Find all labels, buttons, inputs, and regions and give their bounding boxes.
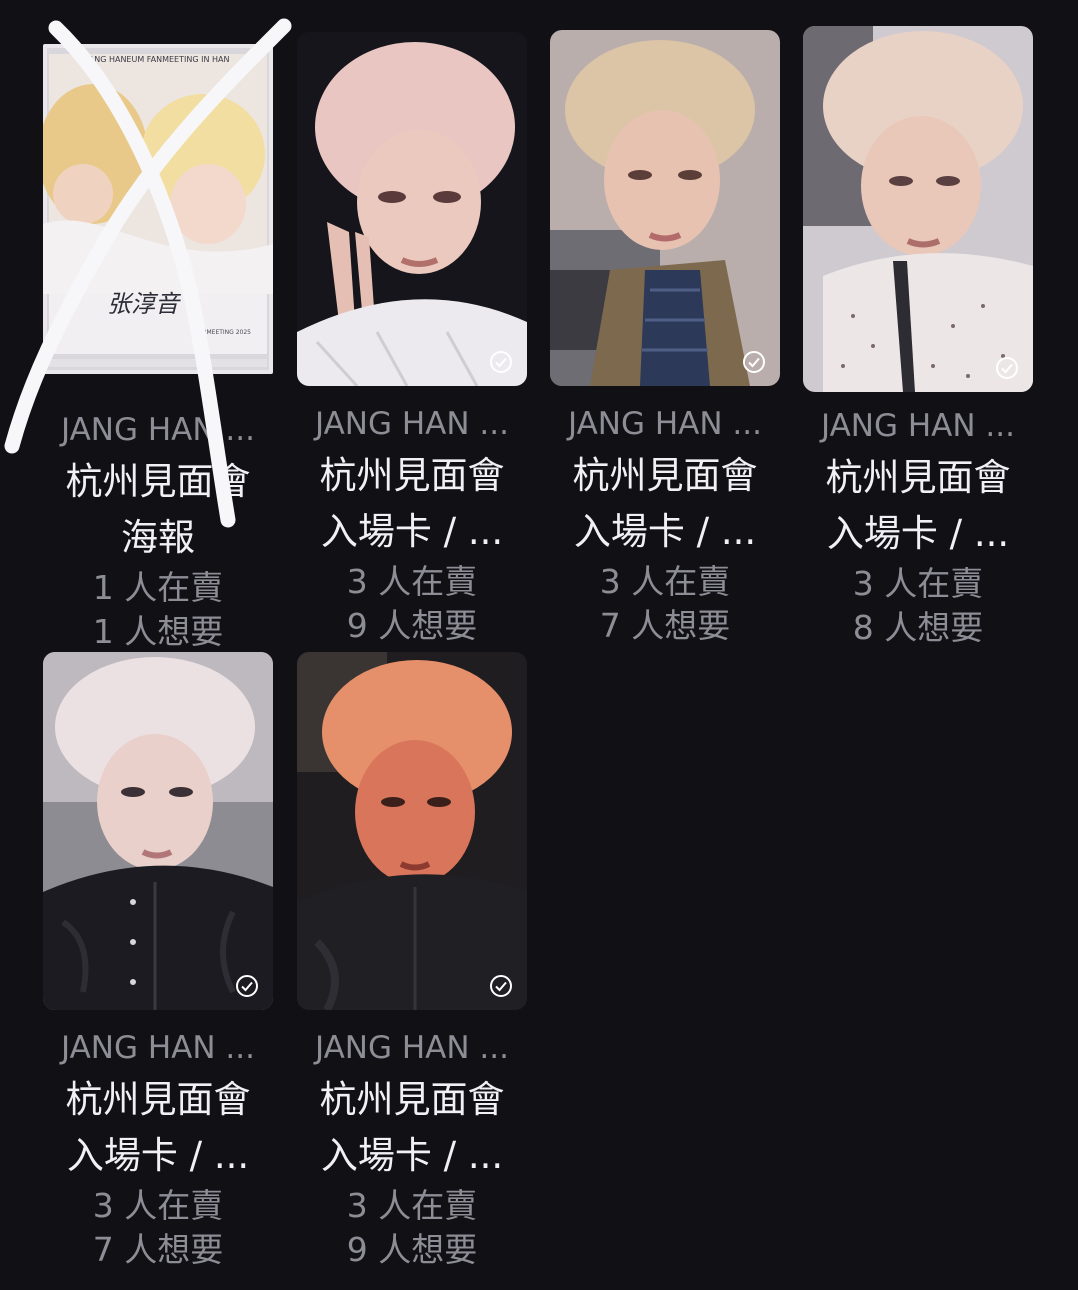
grid-item-photocard[interactable]: JANG HAN ... 杭州見面會 入場卡 / ... 3 人在賣 8 人想要: [800, 26, 1036, 650]
item-artist: JANG HAN ...: [61, 1030, 255, 1066]
item-title-line1: 杭州見面會: [825, 456, 1011, 499]
sellers-count: 3 人在賣: [346, 1186, 478, 1225]
item-title-line1: 杭州見面會: [65, 460, 251, 503]
photocard-thumbnail[interactable]: [803, 26, 1033, 392]
item-title-line1: 杭州見面會: [319, 454, 505, 497]
photocard-image: [803, 26, 1033, 392]
collected-check-icon: [490, 351, 512, 373]
item-title-line2: 入場卡 / ...: [320, 1134, 504, 1177]
collected-check-icon: [490, 975, 512, 997]
svg-text:FANMEETING 2025: FANMEETING 2025: [195, 329, 251, 336]
photocard-image: [43, 652, 273, 1010]
grid-item-photocard[interactable]: JANG HAN ... 杭州見面會 入場卡 / ... 3 人在賣 9 人想要: [294, 32, 530, 648]
svg-text:张淳音: 张淳音: [107, 290, 182, 318]
photocard-image: [297, 652, 527, 1010]
sellers-count: 1 人在賣: [92, 568, 224, 607]
collected-check-icon: [743, 351, 765, 373]
collected-check-icon: [236, 975, 258, 997]
photocard-image: [297, 32, 527, 386]
sellers-count: 3 人在賣: [852, 564, 984, 603]
grid-item-photocard[interactable]: JANG HAN ... 杭州見面會 入場卡 / ... 3 人在賣 9 人想要: [294, 652, 530, 1272]
grid-item-poster[interactable]: JANG HANEUM FANMEETING IN HAN 张淳音 FANMEE…: [40, 44, 276, 654]
item-title-line2: 海報: [121, 516, 195, 559]
photocard-thumbnail[interactable]: [297, 652, 527, 1010]
wants-count: 8 人想要: [852, 608, 984, 647]
item-title-line2: 入場卡 / ...: [573, 510, 757, 553]
wants-count: 9 人想要: [346, 1230, 478, 1269]
item-title-line2: 入場卡 / ...: [826, 512, 1010, 555]
collected-check-icon: [996, 357, 1018, 379]
photocard-image: [550, 30, 780, 386]
sellers-count: 3 人在賣: [599, 562, 731, 601]
photocard-thumbnail[interactable]: [43, 652, 273, 1010]
wants-count: 7 人想要: [92, 1230, 224, 1269]
item-title-line1: 杭州見面會: [572, 454, 758, 497]
poster-image: JANG HANEUM FANMEETING IN HAN 张淳音 FANMEE…: [43, 44, 273, 374]
sellers-count: 3 人在賣: [346, 562, 478, 601]
svg-text:JANG HANEUM FANMEETING IN HAN: JANG HANEUM FANMEETING IN HAN: [86, 55, 230, 64]
item-artist: JANG HAN ...: [61, 412, 255, 448]
photocard-thumbnail[interactable]: [297, 32, 527, 386]
poster-thumbnail[interactable]: JANG HANEUM FANMEETING IN HAN 张淳音 FANMEE…: [43, 44, 273, 374]
item-title-line1: 杭州見面會: [65, 1078, 251, 1121]
photocard-thumbnail[interactable]: [550, 30, 780, 386]
item-artist: JANG HAN ...: [315, 406, 509, 442]
item-artist: JANG HAN ...: [568, 406, 762, 442]
item-grid: JANG HANEUM FANMEETING IN HAN 张淳音 FANMEE…: [0, 0, 1078, 1290]
item-title-line2: 入場卡 / ...: [320, 510, 504, 553]
grid-item-photocard[interactable]: JANG HAN ... 杭州見面會 入場卡 / ... 3 人在賣 7 人想要: [40, 652, 276, 1272]
item-artist: JANG HAN ...: [315, 1030, 509, 1066]
item-artist: JANG HAN ...: [821, 408, 1015, 444]
sellers-count: 3 人在賣: [92, 1186, 224, 1225]
wants-count: 7 人想要: [599, 606, 731, 645]
wants-count: 9 人想要: [346, 606, 478, 645]
item-title-line1: 杭州見面會: [319, 1078, 505, 1121]
item-title-line2: 入場卡 / ...: [66, 1134, 250, 1177]
grid-item-photocard[interactable]: JANG HAN ... 杭州見面會 入場卡 / ... 3 人在賣 7 人想要: [547, 30, 783, 648]
wants-count: 1 人想要: [92, 612, 224, 651]
